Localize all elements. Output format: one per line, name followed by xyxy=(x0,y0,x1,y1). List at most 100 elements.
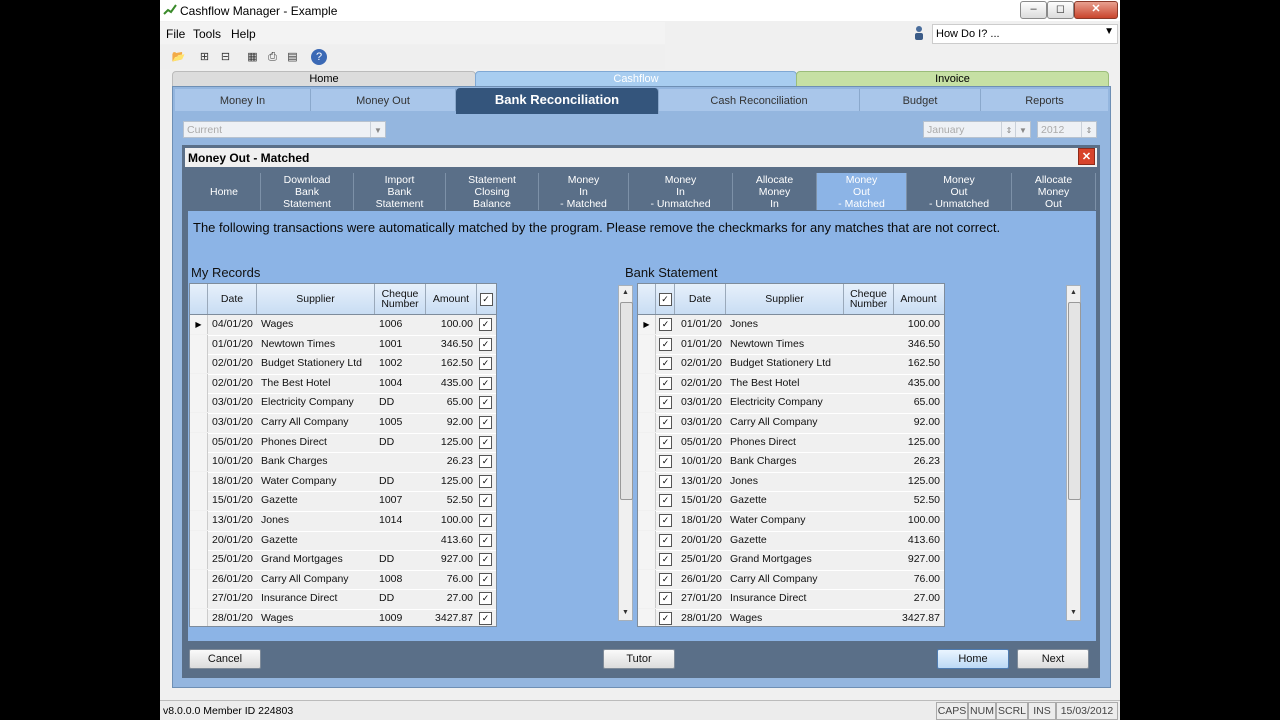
match-checkbox[interactable]: ✓ xyxy=(659,553,672,567)
minimize-button[interactable]: – xyxy=(1020,1,1047,19)
table-row[interactable]: 26/01/20 Carry All Company 1008 76.00 ✓ xyxy=(190,569,496,591)
tab-bank-reconciliation[interactable]: Bank Reconciliation xyxy=(456,88,659,114)
table-row[interactable]: 25/01/20 Grand Mortgages DD 927.00 ✓ xyxy=(190,550,496,571)
row-selector[interactable] xyxy=(190,609,208,626)
match-checkbox[interactable]: ✓ xyxy=(479,416,492,429)
row-selector[interactable] xyxy=(190,413,208,432)
table-row[interactable]: 27/01/20 Insurance Direct DD 27.00 ✓ xyxy=(190,589,496,610)
document-icon[interactable]: ▤ xyxy=(284,49,301,65)
row-selector[interactable] xyxy=(638,413,656,432)
table-row[interactable]: 20/01/20 Gazette 413.60 ✓ xyxy=(638,530,944,552)
add-record-icon[interactable]: ⊞ xyxy=(196,49,213,65)
tab-cash-reconciliation[interactable]: Cash Reconciliation xyxy=(659,89,860,111)
scroll-down-icon[interactable]: ▼ xyxy=(1067,606,1080,620)
table-row[interactable]: 02/01/20 Budget Stationery Ltd 162.50 ✓ xyxy=(638,354,944,375)
table-row[interactable]: 28/01/20 Wages 3427.87 ✓ xyxy=(638,609,944,626)
col-cheque-number[interactable]: Cheque Number xyxy=(375,284,426,314)
row-selector[interactable] xyxy=(638,569,656,589)
maximize-button[interactable]: ◻ xyxy=(1047,1,1074,19)
match-checkbox[interactable]: ✓ xyxy=(479,396,492,410)
select-all-checkbox[interactable]: ✓ xyxy=(656,284,675,314)
row-selector[interactable]: ▶ xyxy=(190,315,208,334)
row-selector[interactable] xyxy=(638,511,656,530)
print-icon[interactable]: ⎙ xyxy=(264,49,281,65)
table-row[interactable]: 02/01/20 Budget Stationery Ltd 1002 162.50 ✓ xyxy=(190,354,496,375)
row-selector[interactable] xyxy=(190,550,208,570)
table-row[interactable]: 02/01/20 The Best Hotel 1004 435.00 ✓ xyxy=(190,373,496,395)
table-row[interactable]: ▶ 04/01/20 Wages 1006 100.00 ✓ xyxy=(190,315,496,336)
match-checkbox[interactable]: ✓ xyxy=(659,455,672,469)
menu-tools[interactable]: Tools xyxy=(193,27,221,41)
scroll-down-icon[interactable]: ▼ xyxy=(619,606,632,620)
table-row[interactable]: 03/01/20 Electricity Company 65.00 ✓ xyxy=(638,393,944,414)
select-all-checkbox[interactable]: ✓ xyxy=(477,284,495,314)
match-checkbox[interactable]: ✓ xyxy=(479,612,492,625)
scroll-up-icon[interactable]: ▲ xyxy=(619,286,632,300)
row-selector[interactable]: ▶ xyxy=(638,315,656,334)
wizard-step[interactable]: Download Bank Statement xyxy=(261,173,354,210)
close-window-button[interactable]: ✕ xyxy=(1074,1,1118,19)
wizard-step[interactable]: Import Bank Statement xyxy=(354,173,446,210)
table-row[interactable]: 18/01/20 Water Company 100.00 ✓ xyxy=(638,511,944,532)
match-checkbox[interactable]: ✓ xyxy=(479,474,492,488)
wizard-step[interactable]: Home xyxy=(188,173,261,210)
match-checkbox[interactable]: ✓ xyxy=(659,376,672,390)
col-date[interactable]: Date xyxy=(675,284,726,314)
row-selector[interactable] xyxy=(638,393,656,413)
table-row[interactable]: 10/01/20 Bank Charges 26.23 ✓ xyxy=(190,452,496,473)
row-selector[interactable] xyxy=(638,491,656,511)
match-checkbox[interactable]: ✓ xyxy=(479,357,492,371)
row-selector[interactable] xyxy=(190,452,208,472)
match-checkbox[interactable]: ✓ xyxy=(479,494,492,508)
table-row[interactable]: 15/01/20 Gazette 52.50 ✓ xyxy=(638,491,944,512)
edit-record-icon[interactable]: ⊟ xyxy=(217,49,234,65)
row-selector[interactable] xyxy=(190,393,208,413)
match-checkbox[interactable]: ✓ xyxy=(659,357,672,371)
row-selector[interactable] xyxy=(190,471,208,491)
calculator-icon[interactable]: ▦ xyxy=(244,49,261,65)
row-selector[interactable] xyxy=(638,609,656,626)
row-selector[interactable] xyxy=(190,530,208,550)
col-amount[interactable]: Amount xyxy=(426,284,477,314)
how-do-i-input[interactable]: How Do I? ... ▼ xyxy=(932,24,1118,44)
cancel-button[interactable]: Cancel xyxy=(189,649,261,669)
wizard-step[interactable]: Statement Closing Balance xyxy=(446,173,539,210)
right-scrollbar[interactable]: ▲ ▼ xyxy=(1066,285,1081,621)
match-checkbox[interactable]: ✓ xyxy=(659,612,672,625)
row-selector[interactable] xyxy=(190,511,208,530)
row-selector[interactable] xyxy=(638,373,656,393)
wizard-step[interactable]: Allocate Money In xyxy=(733,173,817,210)
match-checkbox[interactable]: ✓ xyxy=(479,455,492,469)
table-row[interactable]: 15/01/20 Gazette 1007 52.50 ✓ xyxy=(190,491,496,512)
match-checkbox[interactable]: ✓ xyxy=(479,553,492,567)
match-checkbox[interactable]: ✓ xyxy=(659,572,672,586)
table-row[interactable]: 01/01/20 Newtown Times 346.50 ✓ xyxy=(638,334,944,356)
match-checkbox[interactable]: ✓ xyxy=(659,533,672,547)
match-checkbox[interactable]: ✓ xyxy=(659,514,672,527)
row-selector[interactable] xyxy=(638,471,656,491)
help-icon[interactable]: ? xyxy=(311,49,327,65)
match-checkbox[interactable]: ✓ xyxy=(659,416,672,429)
home-button[interactable]: Home xyxy=(937,649,1009,669)
wizard-step[interactable]: Money Out - Matched xyxy=(817,173,907,210)
table-row[interactable]: 20/01/20 Gazette 413.60 ✓ xyxy=(190,530,496,552)
left-scrollbar[interactable]: ▲ ▼ xyxy=(618,285,633,621)
chevron-down-icon[interactable]: ▼ xyxy=(1104,26,1114,37)
match-checkbox[interactable]: ✓ xyxy=(659,318,672,331)
table-row[interactable]: 02/01/20 The Best Hotel 435.00 ✓ xyxy=(638,373,944,395)
col-supplier[interactable]: Supplier xyxy=(257,284,375,314)
match-checkbox[interactable]: ✓ xyxy=(659,435,672,449)
chevron-down-icon[interactable]: ▼ xyxy=(1015,122,1030,137)
table-row[interactable]: 01/01/20 Newtown Times 1001 346.50 ✓ xyxy=(190,334,496,356)
row-selector[interactable] xyxy=(638,354,656,374)
row-selector[interactable] xyxy=(638,550,656,570)
row-selector[interactable] xyxy=(638,589,656,609)
row-selector[interactable] xyxy=(638,334,656,354)
spinner-icon[interactable]: ⇕ xyxy=(1081,122,1096,137)
table-row[interactable]: ▶ 01/01/20 Jones 100.00 ✓ xyxy=(638,315,944,336)
row-selector[interactable] xyxy=(190,432,208,452)
row-selector[interactable] xyxy=(190,373,208,393)
period-select[interactable]: Current ▼ xyxy=(183,121,386,138)
table-row[interactable]: 27/01/20 Insurance Direct 27.00 ✓ xyxy=(638,589,944,610)
next-button[interactable]: Next xyxy=(1017,649,1089,669)
